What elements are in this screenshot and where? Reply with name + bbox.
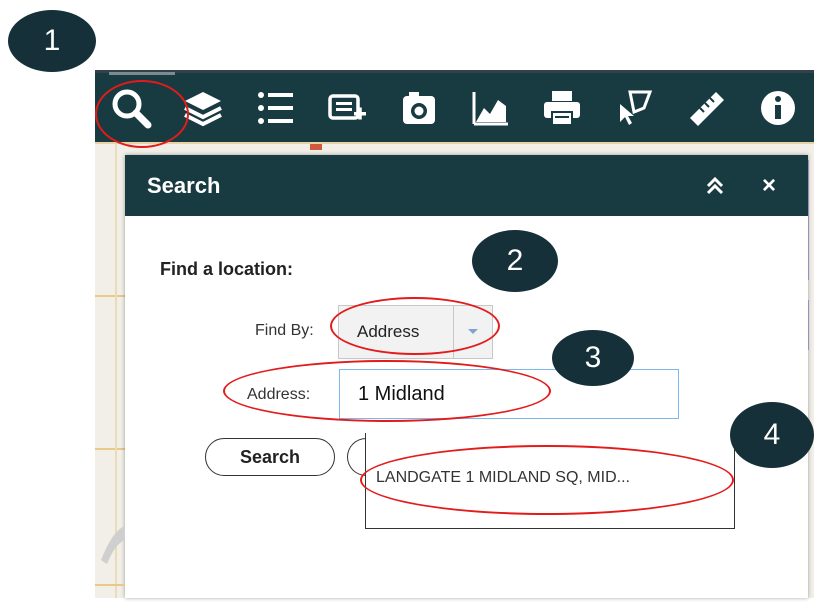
toolbar-select-button[interactable]: [598, 75, 670, 141]
measure-ruler-icon: [686, 88, 726, 128]
search-panel: Search × Find a location: Find By: Addre…: [125, 155, 808, 598]
add-data-icon: [327, 88, 367, 128]
address-label: Address:: [247, 386, 311, 403]
toolbar-search-button[interactable]: [95, 71, 175, 141]
legend-list-icon: [255, 88, 295, 128]
find-by-label: Find By:: [255, 322, 314, 339]
find-by-value: Address: [357, 322, 420, 341]
map-toolbar: [95, 70, 814, 142]
search-button[interactable]: Search: [205, 438, 335, 476]
search-icon: [109, 86, 153, 130]
select-features-icon: [614, 88, 654, 128]
step-marker-1: 1: [8, 10, 96, 72]
toolbar-measure-button[interactable]: [670, 75, 742, 141]
toolbar-layers-button[interactable]: [167, 75, 239, 141]
camera-icon: [399, 88, 439, 128]
find-location-heading: Find a location:: [160, 259, 293, 279]
panel-title: Search: [147, 172, 221, 198]
chevron-down-icon: [467, 323, 479, 341]
step-marker-2: 2: [472, 230, 558, 292]
toolbar-camera-button[interactable]: [383, 75, 455, 141]
toolbar-chart-button[interactable]: [455, 75, 527, 141]
info-icon: [758, 88, 798, 128]
suggestion-item[interactable]: LANDGATE 1 MIDLAND SQ, MID...: [376, 469, 726, 487]
find-by-select[interactable]: Address: [338, 305, 493, 359]
step-marker-4: 4: [730, 402, 814, 468]
print-icon: [541, 88, 583, 128]
map-edge-decoration: [95, 500, 125, 598]
toolbar-print-button[interactable]: [526, 75, 598, 141]
close-icon: ×: [761, 172, 776, 199]
collapse-panel-button[interactable]: [702, 173, 728, 199]
layers-icon: [181, 88, 225, 128]
dropdown-arrow[interactable]: [453, 306, 492, 358]
close-panel-button[interactable]: ×: [756, 173, 782, 199]
address-input[interactable]: [339, 369, 679, 419]
toolbar-legend-button[interactable]: [239, 75, 311, 141]
chart-icon: [470, 88, 510, 128]
search-panel-header: Search ×: [125, 155, 808, 216]
toolbar-add-data-button[interactable]: [311, 75, 383, 141]
chevron-double-up-icon: [702, 176, 728, 203]
toolbar-info-button[interactable]: [742, 75, 814, 141]
address-suggestions: LANDGATE 1 MIDLAND SQ, MID...: [365, 433, 735, 529]
step-marker-3: 3: [552, 330, 634, 386]
